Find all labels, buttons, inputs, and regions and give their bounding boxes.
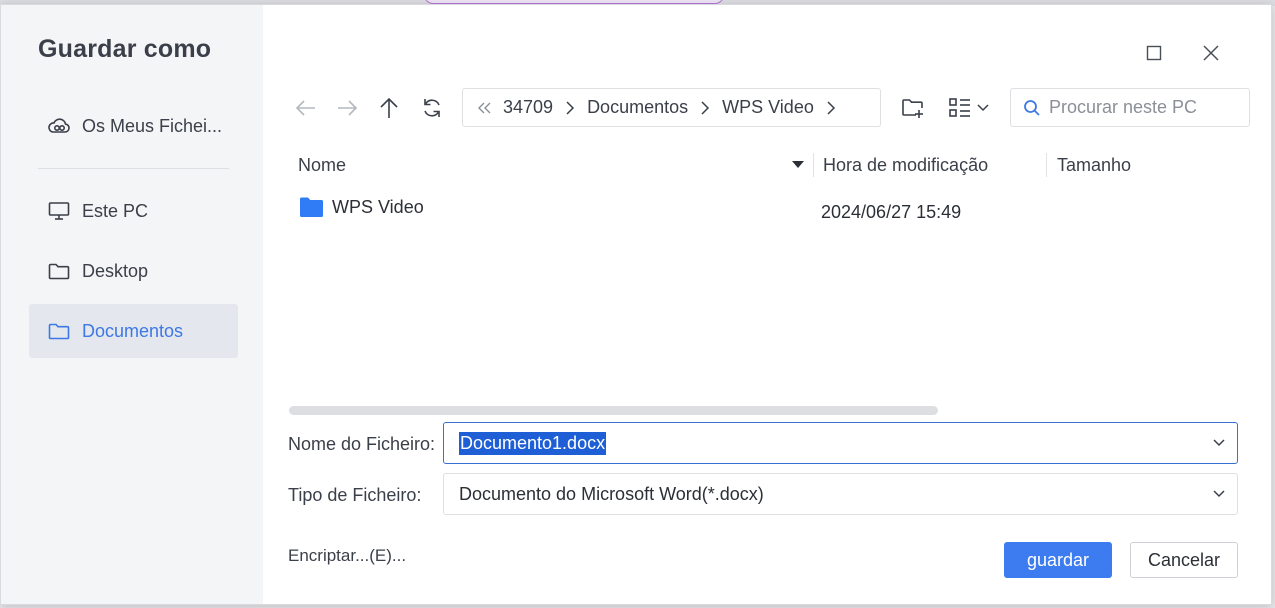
filetype-label: Tipo de Ficheiro:: [288, 485, 422, 505]
breadcrumb-item-documents[interactable]: Documentos: [587, 97, 688, 118]
sidebar-item-label: Documentos: [82, 320, 184, 341]
arrow-left-icon: [295, 100, 315, 116]
double-chevron-left-icon[interactable]: [477, 101, 493, 115]
chevron-right-icon: [565, 100, 575, 116]
chevron-down-icon[interactable]: [1211, 486, 1227, 502]
sidebar-item-label: Este PC: [82, 200, 149, 221]
arrow-right-icon: [338, 100, 358, 116]
filename-label: Nome do Ficheiro:: [288, 434, 436, 454]
search-icon: [1024, 99, 1040, 116]
file-modified: 2024/06/27 15:49: [821, 202, 962, 222]
breadcrumb-item-user[interactable]: 34709: [503, 97, 553, 118]
sidebar-item-documents[interactable]: Documentos: [29, 304, 238, 358]
save-as-dialog: Guardar como Os Meus Fichei... Este PC D…: [0, 4, 1272, 605]
sidebar-item-my-files[interactable]: Os Meus Fichei...: [29, 99, 238, 153]
column-divider[interactable]: [813, 153, 814, 177]
column-header-modified[interactable]: Hora de modificação: [823, 155, 988, 176]
search-input[interactable]: [1049, 97, 1239, 118]
search-box: [1010, 88, 1250, 127]
chevron-down-icon: [977, 104, 989, 112]
folder-icon: [47, 259, 71, 283]
column-divider[interactable]: [1046, 153, 1047, 177]
view-mode-button[interactable]: [946, 95, 992, 121]
sort-down-icon[interactable]: [791, 157, 805, 175]
list-view-icon: [949, 98, 970, 117]
refresh-icon: [424, 99, 440, 117]
filename-field[interactable]: Documento1.docx: [443, 422, 1238, 464]
refresh-button[interactable]: [419, 95, 445, 121]
sidebar-divider: [38, 168, 229, 169]
monitor-icon: [47, 199, 71, 223]
save-button[interactable]: guardar: [1004, 542, 1112, 578]
maximize-icon: [1146, 45, 1162, 61]
breadcrumb-item-wps-video[interactable]: WPS Video: [722, 97, 814, 118]
filename-value[interactable]: Documento1.docx: [459, 431, 607, 455]
horizontal-scrollbar[interactable]: [289, 406, 938, 415]
sidebar-item-label: Os Meus Fichei...: [82, 115, 223, 136]
sidebar-item-this-pc[interactable]: Este PC: [29, 184, 238, 238]
close-button[interactable]: [1199, 41, 1223, 65]
new-folder-button[interactable]: [900, 95, 926, 121]
sidebar-item-label: Desktop: [82, 260, 149, 281]
forward-button[interactable]: [334, 95, 360, 121]
chevron-down-icon[interactable]: [1211, 435, 1227, 451]
cloud-icon: [47, 114, 71, 138]
column-header-size[interactable]: Tamanho: [1057, 155, 1131, 176]
sidebar: Guardar como Os Meus Fichei... Este PC D…: [1, 5, 263, 604]
close-icon: [1203, 45, 1219, 61]
sidebar-item-desktop[interactable]: Desktop: [29, 244, 238, 298]
folder-icon: [47, 319, 71, 343]
file-name: WPS Video: [332, 196, 424, 217]
filetype-select[interactable]: Documento do Microsoft Word(*.docx): [443, 473, 1238, 515]
breadcrumb: 34709 Documentos WPS Video: [462, 88, 881, 127]
up-button[interactable]: [376, 95, 402, 121]
chevron-right-icon[interactable]: [826, 100, 836, 116]
arrow-up-icon: [380, 97, 398, 118]
cancel-button[interactable]: Cancelar: [1130, 542, 1238, 578]
folder-icon: [300, 197, 323, 217]
filetype-value: Documento do Microsoft Word(*.docx): [459, 483, 764, 504]
new-folder-icon: [902, 99, 923, 118]
file-name-cell: WPS Video: [299, 196, 424, 218]
chevron-right-icon: [700, 100, 710, 116]
table-row[interactable]: WPS Video 2024/06/27 15:49: [289, 190, 1249, 230]
maximize-button[interactable]: [1142, 41, 1166, 65]
dialog-title: Guardar como: [38, 35, 212, 63]
column-header-name[interactable]: Nome: [298, 155, 346, 176]
encrypt-link[interactable]: Encriptar...(E)...: [288, 546, 406, 566]
back-button[interactable]: [293, 95, 319, 121]
